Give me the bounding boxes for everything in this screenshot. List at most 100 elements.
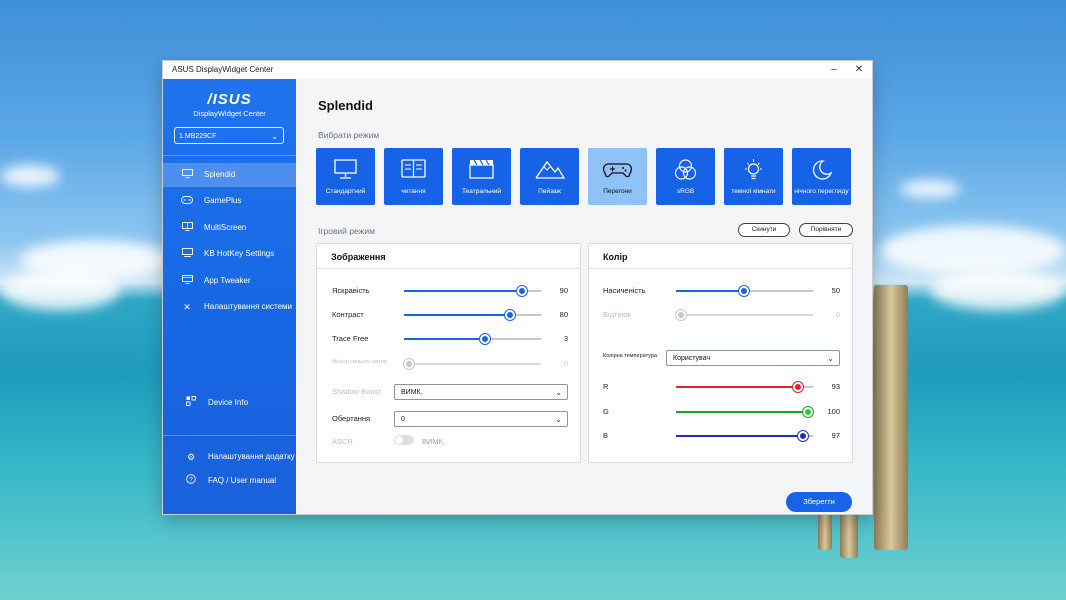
rotation-select[interactable]: 0 ⌄ bbox=[394, 411, 568, 427]
ascr-value: ВИМК. bbox=[422, 437, 446, 446]
sidebar-item-label: KB HotKey Settings bbox=[204, 249, 275, 258]
sidebar-item-kb-hotkey[interactable]: KB HotKey Settings bbox=[163, 242, 296, 266]
keyboard-icon bbox=[181, 242, 193, 266]
slider-thumb[interactable] bbox=[404, 359, 414, 369]
bulb-icon bbox=[724, 158, 783, 182]
color-temp-select[interactable]: Користувач ⌄ bbox=[666, 350, 840, 366]
sidebar-item-label: Налаштування системи bbox=[204, 302, 292, 311]
mode-dark-room[interactable]: темної кімнати bbox=[724, 148, 783, 205]
r-slider[interactable] bbox=[676, 382, 813, 392]
main-content: Splendid Вибрати режим Стандартний читан… bbox=[296, 79, 872, 514]
mode-night-view[interactable]: нічного перегляду bbox=[792, 148, 851, 205]
mode-reading[interactable]: читання bbox=[384, 148, 443, 205]
sidebar-item-system-settings[interactable]: ✕ Налаштування системи bbox=[163, 295, 296, 319]
slider-thumb[interactable] bbox=[517, 286, 527, 296]
sidebar-item-label: GamePlus bbox=[204, 196, 242, 205]
shadow-boost-value: ВИМК. bbox=[401, 389, 423, 396]
slider-thumb[interactable] bbox=[798, 431, 808, 441]
g-label: G bbox=[603, 407, 609, 416]
g-value: 100 bbox=[827, 407, 840, 416]
mode-landscape[interactable]: Пейзаж bbox=[520, 148, 579, 205]
saturation-slider[interactable] bbox=[676, 286, 813, 296]
ascr-toggle[interactable] bbox=[394, 435, 414, 445]
contrast-value: 80 bbox=[559, 310, 568, 319]
slider-fill bbox=[404, 314, 510, 316]
saturation-value: 50 bbox=[831, 286, 840, 295]
slider-thumb[interactable] bbox=[739, 286, 749, 296]
slider-thumb[interactable] bbox=[803, 407, 813, 417]
mode-standard[interactable]: Стандартний bbox=[316, 148, 375, 205]
mode-label: Театральний bbox=[462, 188, 501, 195]
sidebar-item-app-settings[interactable]: ⚙ Налаштування додатку bbox=[163, 445, 296, 469]
slider-thumb[interactable] bbox=[793, 382, 803, 392]
slider-fill bbox=[676, 435, 803, 437]
sidebar-item-splendid[interactable]: Splendid bbox=[163, 163, 296, 187]
mode-srgb[interactable]: sRGB bbox=[656, 148, 715, 205]
trace-free-label: Trace Free bbox=[332, 334, 369, 343]
sidebar-item-multiscreen[interactable]: MultiScreen bbox=[163, 216, 296, 240]
sidebar-divider bbox=[163, 155, 296, 156]
brand-logo: /ISUS bbox=[207, 91, 252, 108]
mode-heading: Вибрати режим bbox=[318, 130, 380, 140]
rotation-label: Обертання bbox=[332, 414, 371, 423]
chevron-down-icon: ⌄ bbox=[555, 388, 562, 397]
gamepad-icon bbox=[588, 158, 647, 182]
g-slider[interactable] bbox=[676, 407, 813, 417]
help-icon: ? bbox=[185, 469, 197, 493]
mode-label: Стандартний bbox=[325, 188, 366, 195]
image-panel-title: Зображення bbox=[331, 252, 386, 262]
b-slider[interactable] bbox=[676, 431, 813, 441]
monitor-select[interactable]: 1.MB229CF ⌄ bbox=[174, 127, 284, 144]
page-title: Splendid bbox=[318, 98, 373, 113]
chevron-down-icon: ⌄ bbox=[827, 354, 834, 363]
hue-value: 0 bbox=[835, 310, 840, 319]
sidebar-item-faq[interactable]: ? FAQ / User manual bbox=[163, 469, 296, 493]
save-button[interactable]: Зберегти bbox=[786, 492, 852, 512]
minimize-button[interactable]: – bbox=[823, 62, 845, 78]
slider-thumb[interactable] bbox=[676, 310, 686, 320]
mode-theater[interactable]: Театральний bbox=[452, 148, 511, 205]
color-panel-title: Колір bbox=[603, 252, 628, 262]
brightness-slider[interactable] bbox=[404, 286, 541, 296]
r-value: 93 bbox=[831, 382, 840, 391]
slider-thumb[interactable] bbox=[505, 310, 515, 320]
brightness-value: 90 bbox=[559, 286, 568, 295]
panel-divider bbox=[589, 268, 852, 269]
monitor-icon bbox=[181, 163, 193, 187]
contrast-slider[interactable] bbox=[404, 310, 541, 320]
app-name: DisplayWidget Center bbox=[193, 109, 266, 118]
current-mode-label: Ігровий режим bbox=[318, 226, 375, 236]
slider-fill bbox=[404, 338, 485, 340]
clapperboard-icon bbox=[452, 158, 511, 182]
ascr-label: ASCR bbox=[332, 437, 353, 446]
rotation-value: 0 bbox=[401, 416, 405, 423]
sidebar-item-app-tweaker[interactable]: App Tweaker bbox=[163, 269, 296, 293]
sidebar-item-gameplus[interactable]: GamePlus bbox=[163, 189, 296, 213]
trace-free-slider[interactable] bbox=[404, 334, 541, 344]
blue-light-slider[interactable] bbox=[404, 359, 541, 369]
hue-label: Відтінок bbox=[603, 310, 631, 319]
mode-label: читання bbox=[401, 188, 426, 195]
mode-racing[interactable]: Перегони bbox=[588, 148, 647, 205]
mode-label: Перегони bbox=[603, 188, 632, 195]
hue-slider[interactable] bbox=[676, 310, 813, 320]
r-label: R bbox=[603, 382, 609, 391]
sidebar-item-device-info[interactable]: Device Info bbox=[163, 391, 296, 415]
slider-thumb[interactable] bbox=[480, 334, 490, 344]
compare-button[interactable]: Порівняти bbox=[799, 223, 853, 237]
color-panel: Колір Насиченість 50 Відтінок 0 Колірна … bbox=[588, 243, 853, 463]
color-temp-label: Колірна температура bbox=[603, 353, 657, 359]
close-button[interactable]: ✕ bbox=[848, 62, 870, 78]
sidebar-item-label: MultiScreen bbox=[204, 223, 247, 232]
shadow-boost-select[interactable]: ВИМК. ⌄ bbox=[394, 384, 568, 400]
asus-logo: /ISUS DisplayWidget Center bbox=[163, 91, 296, 118]
gear-icon: ⚙ bbox=[186, 452, 196, 462]
color-temp-value: Користувач bbox=[673, 355, 711, 362]
slider-fill bbox=[676, 411, 808, 413]
b-label: B bbox=[603, 431, 609, 440]
reset-button[interactable]: Скинути bbox=[738, 223, 790, 237]
window-title: ASUS DisplayWidget Center bbox=[172, 65, 274, 74]
app-icon bbox=[181, 269, 193, 293]
toggle-knob bbox=[395, 436, 403, 444]
sidebar-item-label: App Tweaker bbox=[204, 276, 251, 285]
